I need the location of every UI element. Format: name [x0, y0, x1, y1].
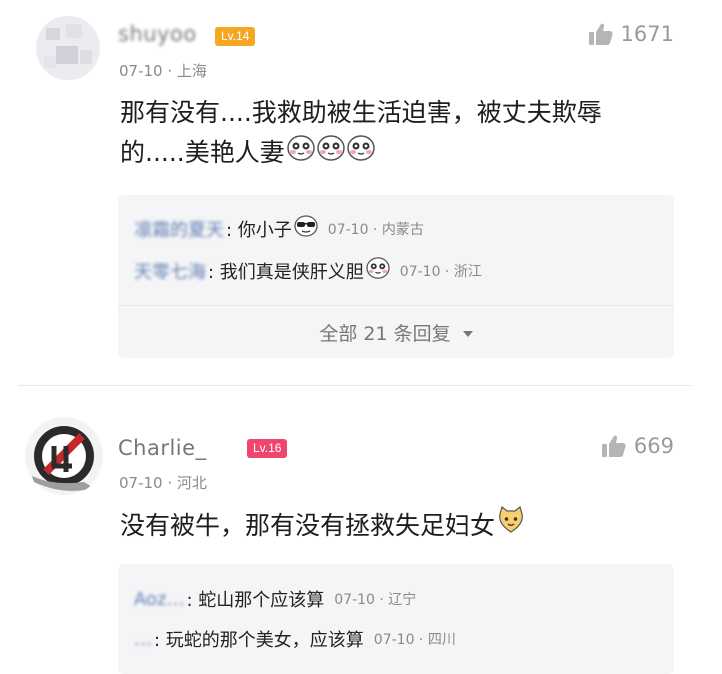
- reply-username[interactable]: Aoz…: [134, 589, 184, 610]
- avatar-image: [25, 417, 103, 495]
- reply-item[interactable]: 天零七海 : 我们真是侠肝义胆 07-10 · 浙江: [134, 257, 482, 284]
- avatar[interactable]: [24, 416, 104, 496]
- thumbs-up-icon: [588, 23, 613, 45]
- username[interactable]: shuyoo: [118, 22, 197, 46]
- thumbs-up-icon: [601, 435, 626, 457]
- like-count: 669: [633, 434, 674, 458]
- reply-username[interactable]: 天零七海: [134, 258, 206, 284]
- sunglasses-emoji-icon: [294, 215, 318, 242]
- reply-username[interactable]: …: [134, 629, 152, 650]
- comment-item: Charlie_ Lv.16 07-10 · 河北 669 没有被牛，那有没有拯…: [0, 386, 722, 674]
- like-button[interactable]: 669: [601, 434, 674, 458]
- reply-item[interactable]: Aoz… : 蛇山那个应该算 07-10 · 辽宁: [134, 586, 416, 612]
- reply-text: : 蛇山那个应该算: [186, 590, 325, 611]
- cat-emoji-icon: [497, 505, 525, 546]
- comment-text-line: 没有被牛，那有没有拯救失足妇女: [120, 511, 496, 540]
- panda-emoji-icon: [366, 257, 390, 284]
- reply-meta: 07-10 · 内蒙古: [327, 221, 424, 238]
- username[interactable]: Charlie_: [118, 436, 207, 460]
- reply-item[interactable]: 凛霜的夏天 : 你小子 07-10 · 内蒙古: [134, 215, 424, 242]
- reply-meta: 07-10 · 四川: [373, 632, 456, 648]
- panda-emoji-icon: [316, 133, 345, 173]
- panda-emoji-icon: [286, 133, 315, 173]
- like-count: 1671: [620, 22, 674, 46]
- reply-text: : 我们真是侠肝义胆: [208, 261, 364, 283]
- reply-text: : 你小子: [226, 219, 292, 241]
- comment-text-line: 那有没有....我救助被生活迫害，被丈夫欺辱: [120, 98, 602, 127]
- reply-meta: 07-10 · 浙江: [399, 263, 482, 280]
- reply-item[interactable]: … : 玩蛇的那个美女，应该算 07-10 · 四川: [134, 626, 456, 652]
- reply-list: 凛霜的夏天 : 你小子 07-10 · 内蒙古 天零七海 : 我们真是侠肝义胆 …: [118, 195, 674, 358]
- comment-item: shuyoo Lv.14 07-10 · 上海 1671 那有没有....我救助…: [0, 0, 722, 385]
- reply-username[interactable]: 凛霜的夏天: [134, 216, 224, 242]
- caret-down-icon: [462, 331, 473, 337]
- like-button[interactable]: 1671: [588, 22, 674, 46]
- panda-emoji-icon: [346, 133, 375, 173]
- divider: [118, 305, 674, 306]
- reply-list: Aoz… : 蛇山那个应该算 07-10 · 辽宁 … : 玩蛇的那个美女，应该…: [118, 564, 674, 674]
- view-all-replies-button[interactable]: 全部 21 条回复: [118, 319, 674, 346]
- comment-meta: 07-10 · 河北: [119, 474, 207, 492]
- level-badge: Lv.16: [247, 439, 288, 458]
- view-all-replies-label: 全部 21 条回复: [319, 323, 451, 345]
- comment-text: 没有被牛，那有没有拯救失足妇女: [120, 505, 525, 546]
- level-badge: Lv.14: [215, 27, 256, 46]
- comment-meta: 07-10 · 上海: [119, 62, 207, 80]
- comment-text: 那有没有....我救助被生活迫害，被丈夫欺辱 的.....美艳人妻: [120, 93, 602, 173]
- reply-text: : 玩蛇的那个美女，应该算: [154, 630, 364, 651]
- avatar-image: [36, 16, 100, 80]
- reply-meta: 07-10 · 辽宁: [334, 592, 417, 608]
- comment-text-line: 的.....美艳人妻: [120, 138, 285, 167]
- avatar[interactable]: [36, 16, 100, 80]
